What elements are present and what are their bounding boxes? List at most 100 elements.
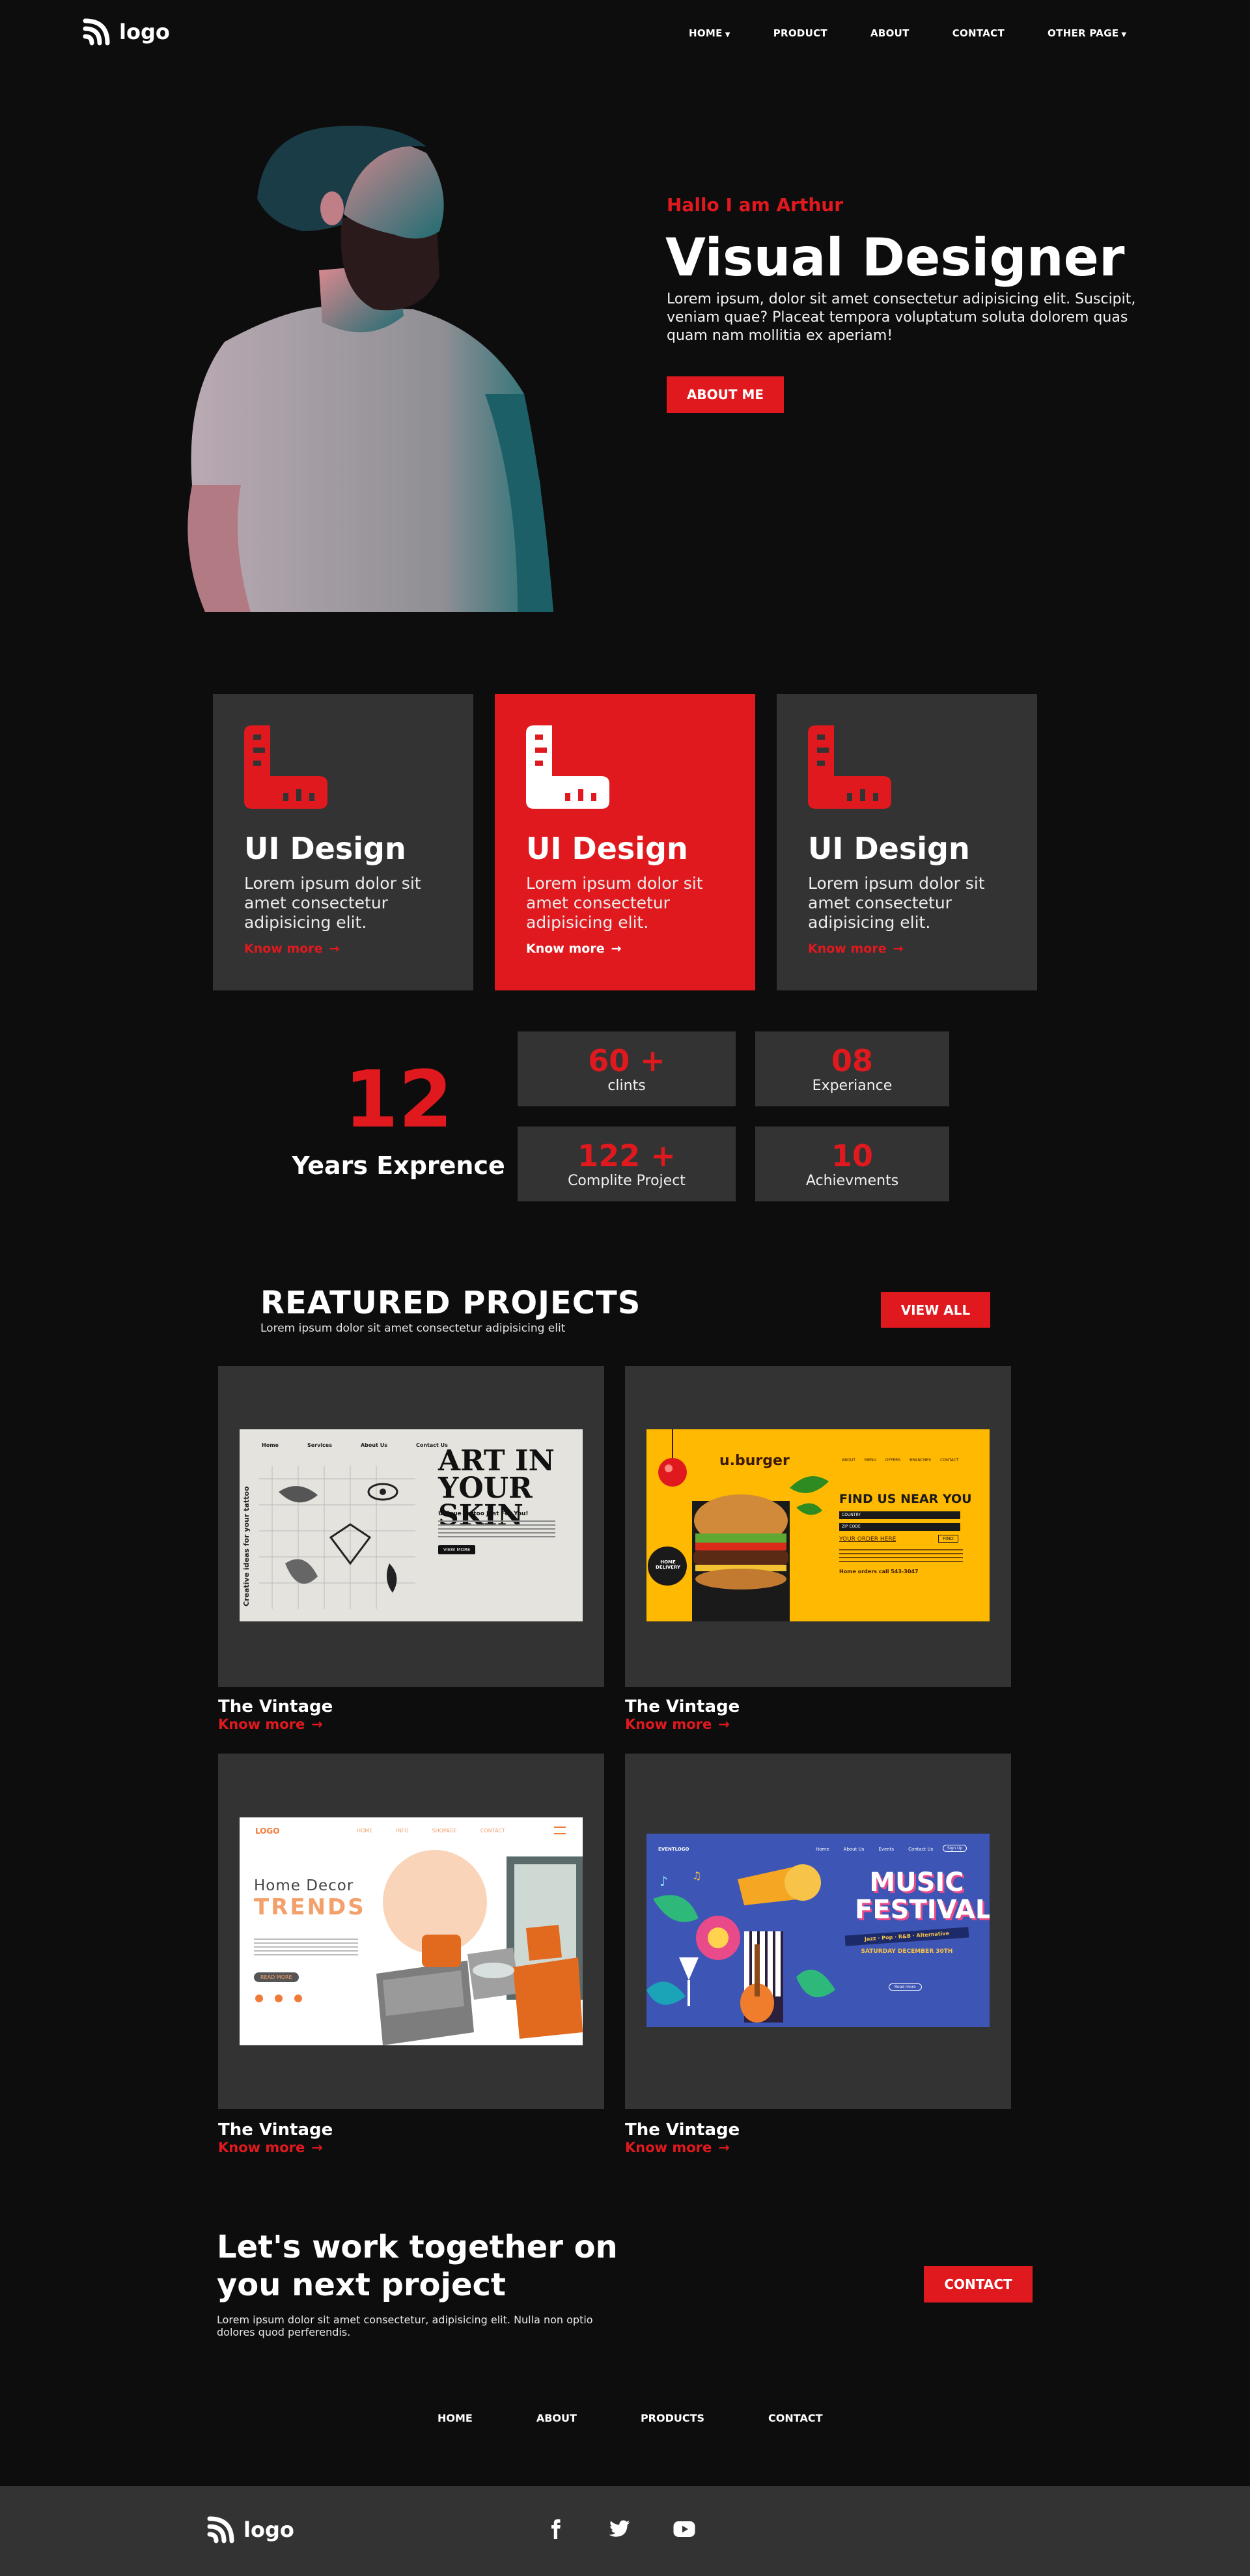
projects-heading: REATURED PROJECTS [260,1285,641,1321]
arrow-right-icon: → [311,1716,323,1732]
arrow-right-icon: → [611,942,622,956]
twitter-icon[interactable] [607,2517,631,2541]
project-know-more-link[interactable]: Know more → [218,1716,323,1732]
thumb-nav-item: About Us [843,1847,865,1852]
project-thumbnail: u.burger ABOUT MENU OFFERS BRANCHES CONT… [646,1429,990,1621]
stat-experience: 08 Experiance [755,1031,949,1106]
project-card[interactable]: u.burger ABOUT MENU OFFERS BRANCHES CONT… [625,1366,1011,1687]
service-text: Lorem ipsum dolor sit amet consectetur a… [526,874,703,932]
service-card-active[interactable]: UI Design Lorem ipsum dolor sit amet con… [495,694,755,990]
logo-text: logo [119,20,170,44]
know-more-link[interactable]: Know more → [244,942,442,956]
service-text: Lorem ipsum dolor sit amet consectetur a… [808,874,985,932]
footer-nav-products[interactable]: PRODUCTS [641,2412,704,2424]
thumb-find-button: FIND [938,1535,958,1543]
footer-nav: HOME ABOUT PRODUCTS CONTACT [438,2412,823,2424]
cta-title: Let's work together on you next project [217,2228,660,2304]
nav-item-product[interactable]: PRODUCT [773,27,827,39]
footer-nav-home[interactable]: HOME [438,2412,473,2424]
years-label: Years Exprence [292,1151,505,1180]
hero-greeting: Hallo I am Arthur [667,194,844,216]
project-title: The Vintage [218,2120,333,2140]
project-card[interactable]: LOGO HOME INFO SHOPAGE CONTACT Home Deco… [218,1754,604,2109]
stat-achievements: 10 Achievments [755,1127,949,1201]
thumb-nav-item: CONTACT [480,1828,505,1834]
footer-nav-about[interactable]: ABOUT [536,2412,577,2424]
service-card[interactable]: UI Design Lorem ipsum dolor sit amet con… [777,694,1037,990]
footer-nav-contact[interactable]: CONTACT [768,2412,822,2424]
arrow-right-icon: → [311,2140,323,2155]
thumb-button: VIEW MORE [438,1545,476,1554]
youtube-icon[interactable] [671,2517,697,2541]
thumb-order-link: YOUR ORDER HERE [839,1536,896,1543]
thumb-nav-item: BRANCHES [910,1458,932,1463]
contact-button[interactable]: CONTACT [924,2266,1033,2303]
project-thumbnail: LOGO HOME INFO SHOPAGE CONTACT Home Deco… [240,1817,583,2045]
caret-down-icon: ▼ [725,31,730,38]
services-row: UI Design Lorem ipsum dolor sit amet con… [213,694,1037,990]
thumb-nav-item: Services [307,1442,332,1448]
nav-item-home[interactable]: HOME ▼ [689,27,730,39]
nav-item-other-page[interactable]: OTHER PAGE ▼ [1048,27,1126,39]
thumb-nav-item: ABOUT [842,1458,855,1463]
about-me-button[interactable]: ABOUT ME [667,376,784,413]
project-know-more-link[interactable]: Know more → [625,1716,730,1732]
project-card[interactable]: Home Services About Us Contact Us Creati… [218,1366,604,1687]
social-links [544,2517,697,2541]
thumb-badge: HOME DELIVERY [656,1560,680,1570]
service-title: UI Design [244,831,406,866]
thumb-date: SATURDAY DECEMBER 30TH [861,1948,953,1955]
thumb-headline: ART IN YOUR SKIN [438,1444,555,1532]
project-title: The Vintage [218,1697,333,1716]
thumb-headline: Home Decor [254,1877,354,1894]
caret-down-icon: ▼ [1121,31,1127,38]
main-nav: HOME ▼ PRODUCT ABOUT CONTACT OTHER PAGE ▼ [689,27,1126,39]
thumb-headline: MUSIC FESTIVAL [855,1868,990,1925]
know-more-link[interactable]: Know more → [808,942,1006,956]
thumb-paragraph-lines [438,1520,555,1539]
stat-clients: 60 + clints [518,1031,736,1106]
logo-text: logo [243,2517,294,2542]
project-title: The Vintage [625,2120,740,2140]
thumb-nav-item: About Us [360,1442,387,1448]
thumb-nav-item: SHOPAGE [432,1828,457,1834]
thumb-paragraph-lines [839,1549,963,1563]
project-card[interactable]: EVENTLOGO Home About Us Events Contact U… [625,1754,1011,2109]
cta-title-line: you next project [217,2267,506,2303]
footer-logo[interactable]: logo [207,2516,294,2543]
thumb-nav-item: HOME [357,1828,373,1834]
service-card[interactable]: UI Design Lorem ipsum dolor sit amet con… [213,694,473,990]
ruler-icon [526,725,609,809]
cta-text: Lorem ipsum dolor sit amet consectetur, … [217,2314,593,2338]
thumb-nav-item: Events [878,1847,895,1852]
view-all-button[interactable]: VIEW ALL [881,1292,990,1328]
thumb-subtitle: Unique Tattoo Just For You! [438,1511,529,1517]
thumb-nav-item: Home [816,1847,829,1852]
stat-value: 60 + [588,1043,665,1078]
know-more-link[interactable]: Know more → [526,942,724,956]
project-know-more-link[interactable]: Know more → [625,2140,730,2155]
music-instruments-graphic: ♪ ♫ [646,1864,835,2023]
thumb-brand: LOGO [255,1827,280,1836]
thumb-brand: EVENTLOGO [658,1847,689,1852]
facebook-icon[interactable] [544,2517,567,2541]
sofa-graphic [376,1850,583,2045]
hero-text: Lorem ipsum, dolor sit amet consectetur … [667,291,1136,344]
thumb-signup-button: Sign Up [943,1845,967,1852]
nav-item-contact[interactable]: CONTACT [952,27,1005,39]
site-logo[interactable]: logo [83,18,170,46]
nav-item-about[interactable]: ABOUT [870,27,910,39]
thumb-nav-item: MENU [864,1458,876,1463]
thumb-paragraph-lines [254,1939,358,1957]
thumb-field: ZIP CODE [839,1523,960,1531]
stat-value: 10 [831,1138,873,1173]
thumb-phone: Home orders call 543-3047 [839,1569,919,1575]
tattoo-art-graphic [259,1466,415,1609]
arrow-right-icon: → [329,942,340,956]
project-know-more-link[interactable]: Know more → [218,2140,323,2155]
service-title: UI Design [808,831,970,866]
arrow-right-icon: → [718,1716,730,1732]
thumb-field: COUNTRY [839,1511,960,1519]
hamburger-menu-icon [554,1827,566,1834]
thumb-genres: Jazz · Pop · R&B · Alternative [844,1927,969,1946]
